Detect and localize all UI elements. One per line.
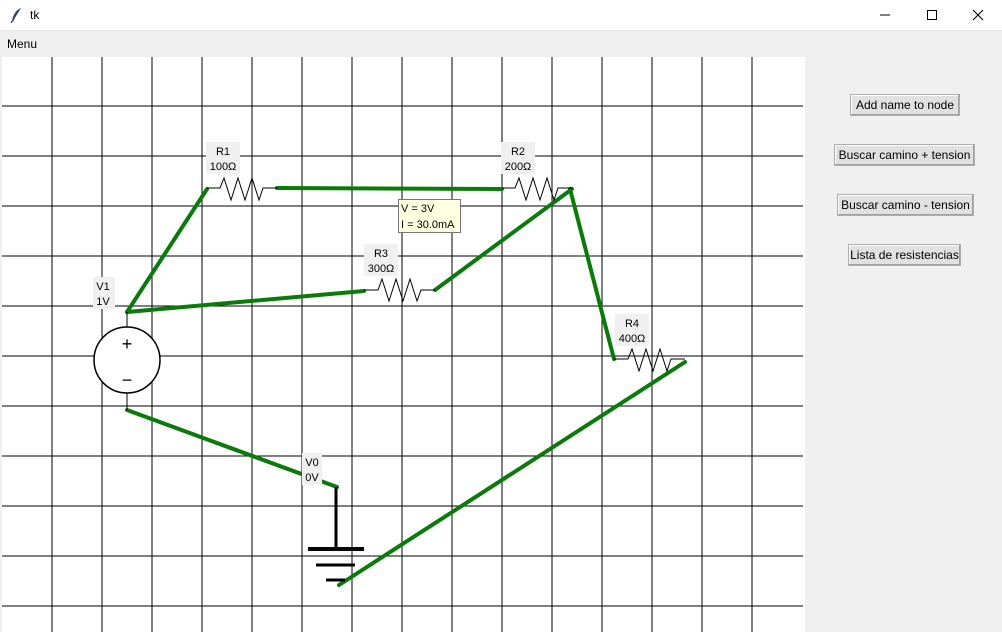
resistor-r1-symbol <box>207 176 277 202</box>
menu-bar: Menu <box>0 31 1002 55</box>
feather-icon <box>10 8 21 23</box>
resistor-r4-name: R4 <box>625 318 639 330</box>
wire-r4-ground <box>337 360 687 587</box>
resistor-r1[interactable]: R1 100Ω <box>206 142 277 202</box>
wire-v1-r3 <box>125 289 366 314</box>
wires <box>125 186 687 587</box>
ground-v0-name: V0 <box>305 457 318 469</box>
close-icon <box>972 9 984 21</box>
find-path-positive-voltage-button[interactable]: Buscar camino + tension <box>834 144 975 166</box>
minus-icon: − <box>122 370 133 390</box>
wire-v1-r1 <box>125 187 209 314</box>
menu-item-menu[interactable]: Menu <box>7 37 37 51</box>
resistor-list-button[interactable]: Lista de resistencias <box>848 244 961 266</box>
resistor-r1-value: 100Ω <box>210 161 237 173</box>
resistor-r3-name: R3 <box>374 248 388 260</box>
maximize-icon <box>927 10 937 20</box>
ground-v0-value: 0V <box>305 472 319 484</box>
close-button[interactable] <box>955 0 1001 30</box>
resistor-r3[interactable]: R3 300Ω <box>364 244 435 303</box>
resistor-r4-value: 400Ω <box>619 333 646 345</box>
tooltip: V = 3V I = 30.0mA <box>398 199 461 233</box>
resistor-r1-name: R1 <box>216 146 230 158</box>
resistor-r3-symbol <box>364 277 435 303</box>
circuit-drawing[interactable]: R1 100Ω R2 200Ω R3 300Ω R4 400Ω + − V1 1… <box>2 57 803 632</box>
tooltip-current: I = 30.0mA <box>401 219 455 231</box>
voltage-source-v1-name: V1 <box>96 281 109 293</box>
tooltip-voltage: V = 3V <box>401 203 435 215</box>
resistor-r2[interactable]: R2 200Ω <box>501 142 572 202</box>
add-name-to-node-button[interactable]: Add name to node <box>850 94 960 116</box>
circuit-canvas[interactable]: R1 100Ω R2 200Ω R3 300Ω R4 400Ω + − V1 1… <box>0 57 805 632</box>
window-title: tk <box>30 8 40 22</box>
voltage-source-v1[interactable]: + − V1 1V <box>93 277 161 410</box>
resistor-r2-value: 200Ω <box>505 161 532 173</box>
resistor-r3-value: 300Ω <box>368 263 395 275</box>
minimize-button[interactable] <box>862 0 908 30</box>
wire-r2-r4 <box>568 187 616 361</box>
voltage-source-v1-value: 1V <box>96 296 110 308</box>
find-path-negative-voltage-button[interactable]: Buscar camino - tension <box>837 194 974 216</box>
ground-v0[interactable]: V0 0V <box>302 453 364 582</box>
plus-icon: + <box>122 334 133 354</box>
resistor-r4[interactable]: R4 400Ω <box>614 314 685 373</box>
resistor-r2-name: R2 <box>511 146 525 158</box>
title-bar: tk <box>0 0 1002 31</box>
minimize-icon <box>880 14 890 16</box>
wire-r1-r2 <box>275 186 504 191</box>
maximize-button[interactable] <box>909 0 955 30</box>
